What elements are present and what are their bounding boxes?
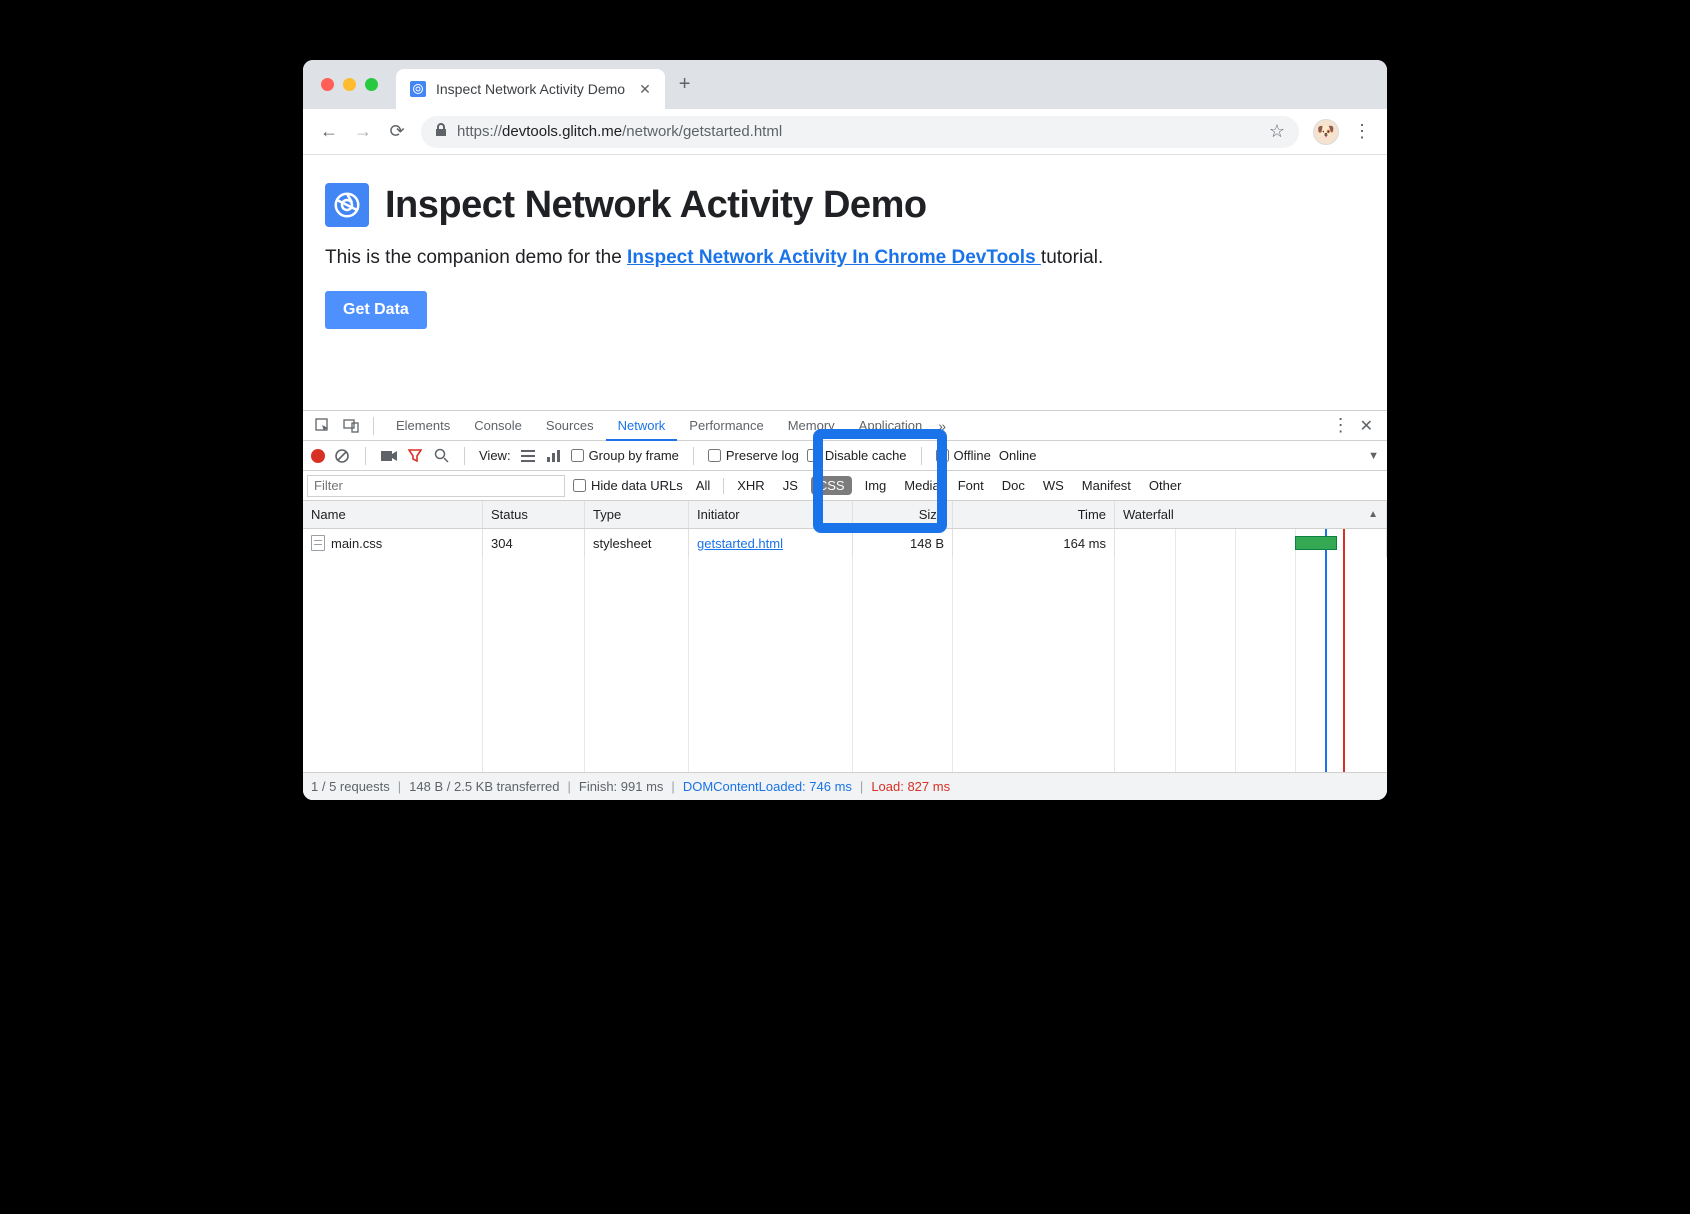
browser-menu-icon[interactable]: ⋮ (1353, 121, 1371, 142)
row-time: 164 ms (953, 529, 1115, 557)
camera-icon[interactable] (380, 447, 398, 465)
disable-cache-check[interactable]: Disable cache (807, 448, 907, 463)
status-transferred: 148 B / 2.5 KB transferred (409, 779, 559, 794)
close-window-icon[interactable] (321, 78, 334, 91)
minimize-window-icon[interactable] (343, 78, 356, 91)
browser-tab[interactable]: Inspect Network Activity Demo ✕ (396, 69, 665, 109)
col-time[interactable]: Time (953, 501, 1115, 528)
preserve-log-check[interactable]: Preserve log (708, 448, 799, 463)
filter-type-ws[interactable]: WS (1038, 476, 1069, 495)
filter-type-media[interactable]: Media (899, 476, 944, 495)
address-bar[interactable]: https://devtools.glitch.me/network/getst… (421, 116, 1299, 148)
filter-type-other[interactable]: Other (1144, 476, 1187, 495)
status-finish: Finish: 991 ms (579, 779, 664, 794)
col-waterfall[interactable]: Waterfall ▲ (1115, 501, 1387, 528)
filter-type-doc[interactable]: Doc (997, 476, 1030, 495)
devtools-tab-memory[interactable]: Memory (776, 411, 847, 441)
col-size[interactable]: Size (853, 501, 953, 528)
clear-icon[interactable] (333, 447, 351, 465)
filter-type-js[interactable]: JS (778, 476, 803, 495)
filter-type-css[interactable]: CSS (811, 476, 852, 495)
col-type[interactable]: Type (585, 501, 689, 528)
page-logo-icon (325, 183, 369, 227)
offline-check[interactable]: Offline (936, 448, 991, 463)
hide-data-urls-check[interactable]: Hide data URLs (573, 478, 683, 493)
device-toggle-icon[interactable] (339, 414, 363, 438)
filter-type-font[interactable]: Font (953, 476, 989, 495)
toolbar: ← → ⟳ https://devtools.glitch.me/network… (303, 109, 1387, 155)
forward-button[interactable]: → (353, 121, 373, 142)
record-button[interactable] (311, 449, 325, 463)
devtools-tabs: ElementsConsoleSourcesNetworkPerformance… (303, 411, 1387, 441)
load-marker (1343, 529, 1345, 772)
tab-title: Inspect Network Activity Demo (436, 81, 625, 97)
row-type: stylesheet (585, 529, 689, 557)
devtools-tab-network[interactable]: Network (606, 411, 678, 441)
tutorial-link[interactable]: Inspect Network Activity In Chrome DevTo… (627, 247, 1041, 268)
filter-type-manifest[interactable]: Manifest (1077, 476, 1136, 495)
network-table-body: main.css 304 stylesheet getstarted.html … (303, 529, 1387, 772)
filter-type-all[interactable]: All (691, 476, 715, 495)
status-load: Load: 827 ms (871, 779, 950, 794)
maximize-window-icon[interactable] (365, 78, 378, 91)
online-label[interactable]: Online (999, 448, 1037, 463)
tab-favicon-icon (410, 81, 426, 97)
table-row[interactable]: main.css 304 stylesheet getstarted.html … (303, 529, 1387, 557)
devtools-panel: ElementsConsoleSourcesNetworkPerformance… (303, 410, 1387, 800)
tab-strip: Inspect Network Activity Demo ✕ + (303, 60, 1387, 109)
back-button[interactable]: ← (319, 121, 339, 142)
col-status[interactable]: Status (483, 501, 585, 528)
lock-icon (435, 123, 447, 140)
col-initiator[interactable]: Initiator (689, 501, 853, 528)
devtools-menu-icon[interactable]: ⋮ (1332, 415, 1350, 436)
profile-avatar[interactable]: 🐶 (1313, 119, 1339, 145)
waterfall-bar (1295, 536, 1337, 550)
row-status: 304 (483, 529, 585, 557)
inspect-element-icon[interactable] (311, 414, 335, 438)
view-label: View: (479, 448, 511, 463)
url-text: https://devtools.glitch.me/network/getst… (457, 123, 782, 140)
sort-icon: ▲ (1368, 509, 1378, 520)
search-icon[interactable] (432, 447, 450, 465)
status-requests: 1 / 5 requests (311, 779, 390, 794)
page-title: Inspect Network Activity Demo (385, 184, 927, 227)
reload-button[interactable]: ⟳ (387, 121, 407, 142)
get-data-button[interactable]: Get Data (325, 291, 427, 329)
devtools-tab-sources[interactable]: Sources (534, 411, 606, 441)
filter-row: Hide data URLs All XHR JS CSS Img Media Font Do… (303, 471, 1387, 501)
window-controls (321, 78, 378, 91)
devtools-tab-application[interactable]: Application (847, 411, 935, 441)
filter-type-img[interactable]: Img (860, 476, 892, 495)
row-name: main.css (331, 536, 382, 551)
page-description: This is the companion demo for the Inspe… (325, 247, 1365, 269)
filter-icon[interactable] (406, 447, 424, 465)
devtools-close-icon[interactable]: ✕ (1354, 416, 1379, 436)
col-name[interactable]: Name (303, 501, 483, 528)
page-content: Inspect Network Activity Demo This is th… (303, 155, 1387, 347)
filter-type-xhr[interactable]: XHR (732, 476, 769, 495)
network-status-bar: 1 / 5 requests | 148 B / 2.5 KB transfer… (303, 772, 1387, 800)
new-tab-button[interactable]: + (679, 73, 691, 96)
row-size: 148 B (853, 529, 953, 557)
file-icon (311, 535, 325, 551)
devtools-tab-elements[interactable]: Elements (384, 411, 462, 441)
network-table-header: Name Status Type Initiator Size Time Wat… (303, 501, 1387, 529)
more-tabs-icon[interactable]: » (938, 418, 946, 434)
filter-input[interactable] (307, 475, 565, 497)
devtools-tab-performance[interactable]: Performance (677, 411, 775, 441)
row-initiator[interactable]: getstarted.html (689, 529, 853, 557)
devtools-tab-console[interactable]: Console (462, 411, 534, 441)
bookmark-star-icon[interactable]: ☆ (1269, 121, 1285, 142)
large-rows-icon[interactable] (519, 447, 537, 465)
status-dcl: DOMContentLoaded: 746 ms (683, 779, 852, 794)
overview-icon[interactable] (545, 447, 563, 465)
tab-close-icon[interactable]: ✕ (639, 81, 651, 98)
browser-window: Inspect Network Activity Demo ✕ + ← → ⟳ … (303, 60, 1387, 800)
group-by-frame-check[interactable]: Group by frame (571, 448, 679, 463)
network-toolbar: View: Group by frame Preserve log Disabl… (303, 441, 1387, 471)
throttle-dropdown-icon[interactable]: ▼ (1368, 450, 1379, 462)
dcl-marker (1325, 529, 1327, 772)
